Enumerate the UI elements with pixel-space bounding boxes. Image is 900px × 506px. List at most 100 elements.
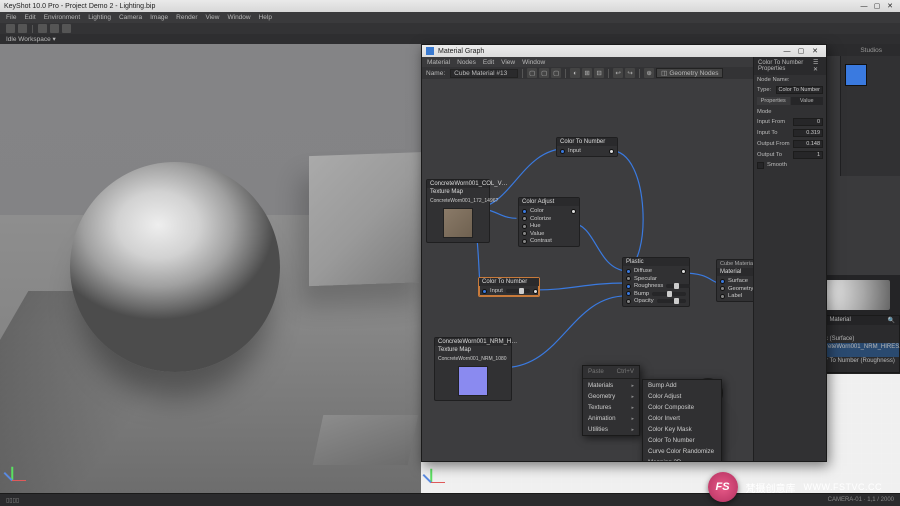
menu-window[interactable]: Window (227, 14, 250, 21)
menu-lighting[interactable]: Lighting (88, 14, 111, 21)
menu-view[interactable]: View (206, 14, 220, 21)
app-title: KeyShot 10.0 Pro - Project Demo 2 - Ligh… (4, 3, 155, 10)
context-menu-item[interactable]: Animation▸ (583, 413, 639, 424)
render-viewport[interactable] (0, 44, 421, 493)
close-icon[interactable]: ✕ (884, 1, 896, 11)
toolbar-button-4[interactable] (50, 24, 59, 33)
props-tab-properties[interactable]: Properties (757, 97, 790, 105)
node-color-to-number-top[interactable]: Color To Number Input (556, 137, 618, 157)
mg-close-icon[interactable]: ✕ (808, 46, 822, 56)
toolbar-separator (32, 25, 33, 33)
texture-thumb (443, 208, 473, 238)
menu-help[interactable]: Help (259, 14, 272, 21)
watermark-badge: FS (708, 472, 738, 502)
mg-tool-icon[interactable]: ▢ (539, 68, 549, 78)
mg-maximize-icon[interactable]: ▢ (794, 46, 808, 56)
mg-tool-icon[interactable]: ⊞ (582, 68, 592, 78)
props-input-from[interactable]: 0 (793, 118, 823, 126)
props-output-to[interactable]: 1 (793, 151, 823, 159)
right-area: Geometry View✕ ▣Project Material Studios… (421, 44, 900, 493)
node-color-adjust[interactable]: Color Adjust Color Colorize Hue Value Co… (518, 197, 580, 247)
context-menu-item[interactable]: PasteCtrl+V (583, 366, 639, 377)
workspace-tab-idle[interactable]: Idle Workspace ▾ (6, 35, 56, 43)
context-menu-item[interactable]: Color Composite (643, 402, 721, 413)
context-menu-item[interactable]: Curve Color Randomize (643, 446, 721, 457)
mg-tool-icon[interactable]: ⊕ (644, 68, 654, 78)
props-menu-icon[interactable]: ☰ ✕ (813, 59, 822, 73)
props-output-from[interactable]: 0.148 (793, 140, 823, 148)
render-scene (0, 44, 421, 493)
context-menu-item[interactable]: Materials▸ (583, 380, 639, 391)
props-type-field[interactable]: Color To Number (776, 86, 823, 94)
props-tab-value[interactable]: Value (791, 97, 824, 105)
menu-image[interactable]: Image (150, 14, 168, 21)
context-submenu: Bump Add Color Adjust Color Composite Co… (642, 379, 722, 461)
app-toolbar (0, 23, 900, 34)
context-menu-item[interactable]: Bump Add (643, 380, 721, 391)
context-menu-item[interactable]: Color Adjust (643, 391, 721, 402)
material-side-panel (840, 56, 900, 176)
node-texture-map-1[interactable]: ConcreteWorn001_COL_V… Texture Map Concr… (426, 179, 490, 243)
mg-menu-window[interactable]: Window (522, 59, 545, 66)
watermark: FS 梵摄创意库 WWW.FSTVC.CC (708, 472, 883, 502)
node-plastic[interactable]: Plastic Diffuse Specular Roughness Bump … (622, 257, 690, 307)
menu-render[interactable]: Render (176, 14, 197, 21)
mg-name-input[interactable] (450, 69, 518, 78)
color-swatch[interactable] (845, 64, 867, 86)
mg-tool-icon[interactable]: ↪ (625, 68, 635, 78)
node-texture-map-normal[interactable]: ConcreteWorn001_NRM_H… Texture Map Concr… (434, 337, 512, 401)
mg-minimize-icon[interactable]: — (780, 46, 794, 56)
toolbar-button-3[interactable] (38, 24, 47, 33)
mg-menu-nodes[interactable]: Nodes (457, 59, 476, 66)
node-properties-panel: Color To Number Properties☰ ✕ Node Name:… (753, 57, 826, 461)
watermark-url: WWW.FSTVC.CC (804, 482, 883, 492)
props-title: Color To Number Properties (758, 60, 813, 72)
menu-environment[interactable]: Environment (44, 14, 81, 21)
mg-menu-material[interactable]: Material (427, 59, 450, 66)
context-menu-item[interactable]: Color To Number (643, 435, 721, 446)
mg-tool-icon[interactable]: ▢ (551, 68, 561, 78)
context-menu-item[interactable]: Textures▸ (583, 402, 639, 413)
mg-tool-icon[interactable]: ▢ (527, 68, 537, 78)
context-menu-item[interactable]: Color Invert (643, 413, 721, 424)
props-smooth-checkbox[interactable] (757, 162, 764, 169)
status-progress-icon: ▯▯▯▯ (6, 497, 19, 504)
axis-gizmo-icon[interactable] (8, 457, 36, 485)
props-input-to[interactable]: 0.319 (793, 129, 823, 137)
mg-tool-icon[interactable]: ↩ (613, 68, 623, 78)
app-titlebar: KeyShot 10.0 Pro - Project Demo 2 - Ligh… (0, 0, 900, 12)
menu-camera[interactable]: Camera (119, 14, 142, 21)
mg-tool-icon[interactable]: ◐ (570, 68, 580, 78)
context-menu-item[interactable]: Color Key Mask (643, 424, 721, 435)
minimize-icon[interactable]: — (858, 1, 870, 11)
context-menu-item[interactable]: Utilities▸ (583, 424, 639, 435)
menu-edit[interactable]: Edit (24, 14, 35, 21)
texture-thumb (458, 366, 488, 396)
mg-menu-edit[interactable]: Edit (483, 59, 494, 66)
axis-gizmo-icon[interactable] (427, 459, 455, 487)
mg-titlebar[interactable]: Material Graph — ▢ ✕ (422, 45, 826, 57)
app-menubar: File Edit Environment Lighting Camera Im… (0, 12, 900, 23)
context-menu: PasteCtrl+V Materials▸ Geometry▸ Texture… (582, 365, 640, 436)
context-menu-item[interactable]: Geometry▸ (583, 391, 639, 402)
app-icon (426, 47, 434, 55)
material-graph-window: Material Graph — ▢ ✕ Material Nodes Edit… (421, 44, 827, 462)
node-color-to-number-selected[interactable]: Color To Number Input (478, 277, 540, 297)
context-menu-item[interactable]: Mapping 2D (643, 457, 721, 461)
scene-sphere (70, 162, 280, 372)
toolbar-button-1[interactable] (6, 24, 15, 33)
mg-window-title: Material Graph (438, 48, 484, 55)
mg-geometry-nodes-button[interactable]: ◫Geometry Nodes (656, 68, 723, 78)
toolbar-button-2[interactable] (18, 24, 27, 33)
mg-name-label: Name: (426, 70, 445, 77)
tab-studios[interactable]: Studios (842, 44, 900, 56)
scene-cube-front (313, 415, 419, 465)
mg-tool-icon[interactable]: ⊟ (594, 68, 604, 78)
maximize-icon[interactable]: ▢ (871, 1, 883, 11)
scene-cube-back (309, 152, 421, 286)
mg-menu-view[interactable]: View (501, 59, 515, 66)
toolbar-button-5[interactable] (62, 24, 71, 33)
workspace-tabs: Idle Workspace ▾ (0, 34, 900, 44)
menu-file[interactable]: File (6, 14, 16, 21)
tree-header: Material (829, 317, 850, 324)
